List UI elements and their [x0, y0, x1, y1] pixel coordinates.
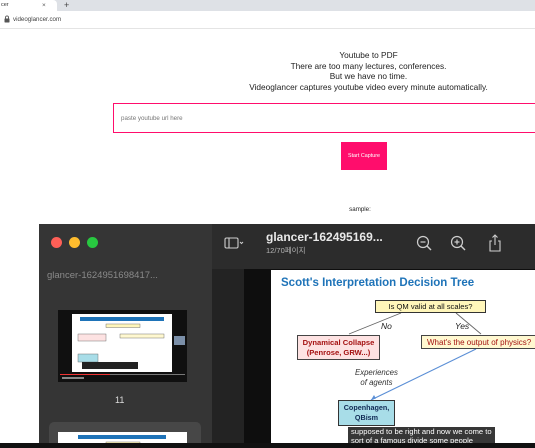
close-window-dot — [51, 237, 62, 248]
hero-line-3: But we have no time. — [329, 71, 408, 82]
copenhagen-line-2: QBism — [354, 413, 379, 422]
url-text[interactable]: videoglancer.com — [13, 16, 61, 23]
zoom-in-icon — [450, 235, 466, 251]
lock-icon — [4, 15, 10, 23]
physics-output-node: What's the output of physics? — [421, 335, 535, 349]
copenhagen-line-1: Copenhagen, — [343, 403, 390, 412]
browser-tab[interactable]: cer × — [0, 0, 57, 11]
hero-line-4: Videoglancer captures youtube video ever… — [249, 82, 488, 93]
no-branch-label: No — [381, 321, 392, 331]
start-capture-button[interactable]: Start Capture — [341, 142, 387, 170]
new-tab-button[interactable]: + — [64, 0, 69, 11]
minimize-window-dot — [69, 237, 80, 248]
tab-close-icon[interactable]: × — [42, 2, 46, 9]
preview-toolbar: glancer-162495169... 12/70페이지 — [212, 224, 535, 269]
share-icon — [489, 234, 501, 252]
dynamical-collapse-line-1: Dynamical Collapse — [302, 337, 375, 347]
hero-line-title: Youtube to PDF — [339, 50, 398, 60]
question-node: Is QM valid at all scales? — [375, 300, 486, 313]
hero-line-2: There are too many lectures, conferences… — [290, 60, 447, 71]
document-title: glancer-162495169... — [266, 230, 383, 244]
zoom-window-dot — [87, 237, 98, 248]
slide-page: Scott's Interpretation Decision Tree Is … — [271, 270, 535, 448]
sidebar-toggle-icon — [224, 237, 244, 249]
preview-sidebar: glancer-1624951698417... 11 — [39, 224, 212, 448]
experiences-label: Experiences of agents — [355, 368, 398, 388]
page-number-label: 11 — [115, 395, 125, 405]
copenhagen-node: Copenhagen, QBism — [338, 400, 395, 426]
yes-branch-label: Yes — [455, 321, 470, 331]
zoom-out-icon — [416, 235, 432, 251]
address-bar[interactable]: videoglancer.com — [0, 11, 535, 29]
experiences-line-1: Experiences — [355, 368, 398, 377]
dynamical-collapse-line-2: (Penrose, GRW...) — [306, 347, 371, 357]
bottom-edge — [0, 443, 535, 448]
slide-title: Scott's Interpretation Decision Tree — [281, 277, 475, 289]
hero-text: Youtube to PDF There are too many lectur… — [230, 50, 507, 93]
thumbnail-slide-graphic — [60, 314, 185, 379]
sidebar-title: glancer-1624951698417... — [47, 270, 158, 281]
youtube-url-input[interactable] — [113, 103, 535, 133]
page-count-label: 12/70페이지 — [266, 246, 306, 255]
tab-title: cer — [1, 2, 9, 8]
experiences-line-2: of agents — [360, 378, 393, 387]
dynamical-collapse-node: Dynamical Collapse (Penrose, GRW...) — [297, 335, 380, 360]
tab-bar: cer × + — [0, 0, 535, 11]
sample-label: sample: — [349, 206, 371, 213]
caption-line-1: supposed to be right and now we come to — [351, 427, 492, 436]
page-thumbnail — [58, 310, 187, 382]
